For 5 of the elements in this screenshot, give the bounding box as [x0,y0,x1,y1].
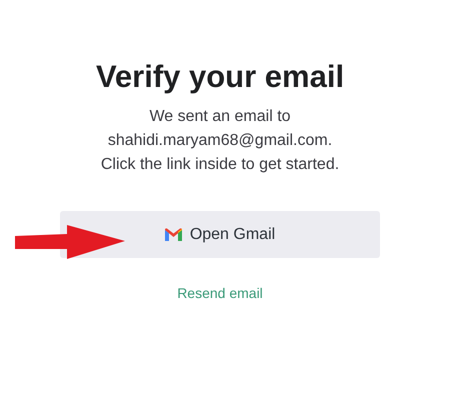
open-gmail-button[interactable]: Open Gmail [60,211,380,258]
page-heading: Verify your email [96,58,344,96]
arrow-icon [15,225,125,259]
instruction-text: We sent an email to shahidi.maryam68@gmail.com. Click the link inside to get started. [100,107,340,175]
gmail-icon [164,228,182,241]
